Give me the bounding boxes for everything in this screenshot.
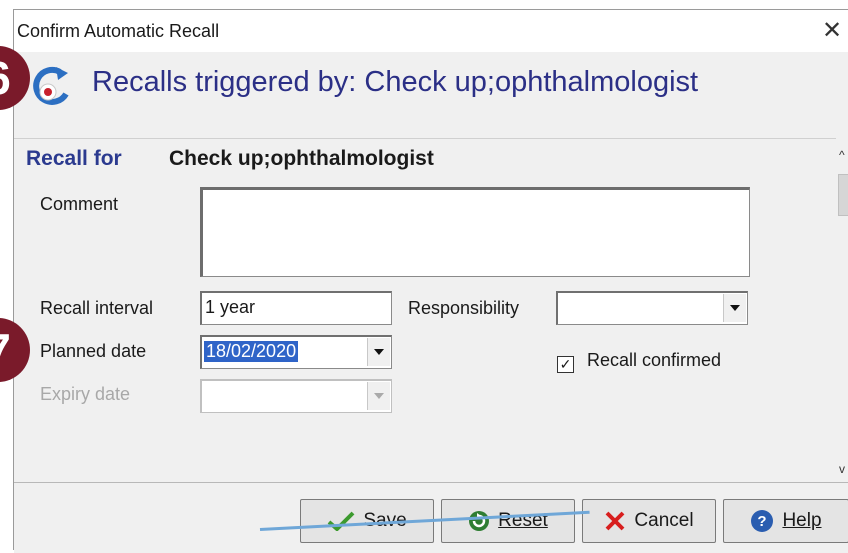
help-button[interactable]: ? Help	[723, 499, 848, 543]
scroll-up-icon[interactable]: ^	[839, 148, 845, 162]
cancel-x-icon	[606, 511, 625, 531]
help-label: Help	[782, 510, 822, 531]
checkmark-icon	[328, 511, 355, 531]
page-title: Recalls triggered by: Check up;ophthalmo…	[92, 66, 699, 98]
chevron-down-icon	[367, 382, 390, 410]
reset-icon	[469, 511, 490, 531]
recall-arrow-icon	[33, 67, 69, 105]
comment-field[interactable]	[200, 187, 750, 277]
dialog-header: Recalls triggered by: Check up;ophthalmo…	[14, 52, 848, 134]
responsibility-dropdown[interactable]	[556, 291, 748, 325]
recall-for-value: Check up;ophthalmologist	[169, 147, 434, 170]
close-icon[interactable]: ✕	[822, 19, 842, 43]
expiry-date-label: Expiry date	[40, 384, 131, 404]
recall-confirmed-checkbox[interactable]: ✓	[557, 356, 574, 373]
window-title: Confirm Automatic Recall	[17, 21, 220, 41]
recall-confirmed-label: Recall confirmed	[587, 350, 722, 370]
expiry-date-picker	[200, 379, 392, 413]
scroll-thumb[interactable]	[838, 174, 848, 216]
chevron-down-icon[interactable]	[723, 294, 746, 322]
responsibility-label: Responsibility	[408, 298, 520, 318]
title-bar: Confirm Automatic Recall ✕	[14, 10, 848, 52]
scroll-down-icon[interactable]: v	[839, 462, 845, 476]
dialog-window: Confirm Automatic Recall ✕ Recalls trigg…	[13, 9, 848, 553]
reset-button[interactable]: Reset	[441, 499, 575, 543]
recall-for-label: Recall for	[26, 147, 122, 170]
vertical-scrollbar[interactable]: ^ v	[836, 138, 848, 482]
planned-date-label: Planned date	[40, 341, 147, 361]
comment-label: Comment	[40, 194, 119, 214]
help-icon: ?	[751, 510, 774, 532]
button-bar: Save Reset Cancel ? Help	[14, 482, 848, 553]
planned-date-picker[interactable]: 18/02/2020	[200, 335, 392, 369]
cancel-label: Cancel	[634, 510, 694, 531]
recall-interval-input[interactable]: 1 year	[200, 291, 392, 325]
recall-interval-label: Recall interval	[40, 298, 154, 318]
svg-text:?: ?	[758, 513, 767, 530]
chevron-down-icon[interactable]	[367, 338, 390, 366]
cancel-button[interactable]: Cancel	[582, 499, 716, 543]
recall-form: Recall for Check up;ophthalmologist Comm…	[14, 138, 836, 483]
